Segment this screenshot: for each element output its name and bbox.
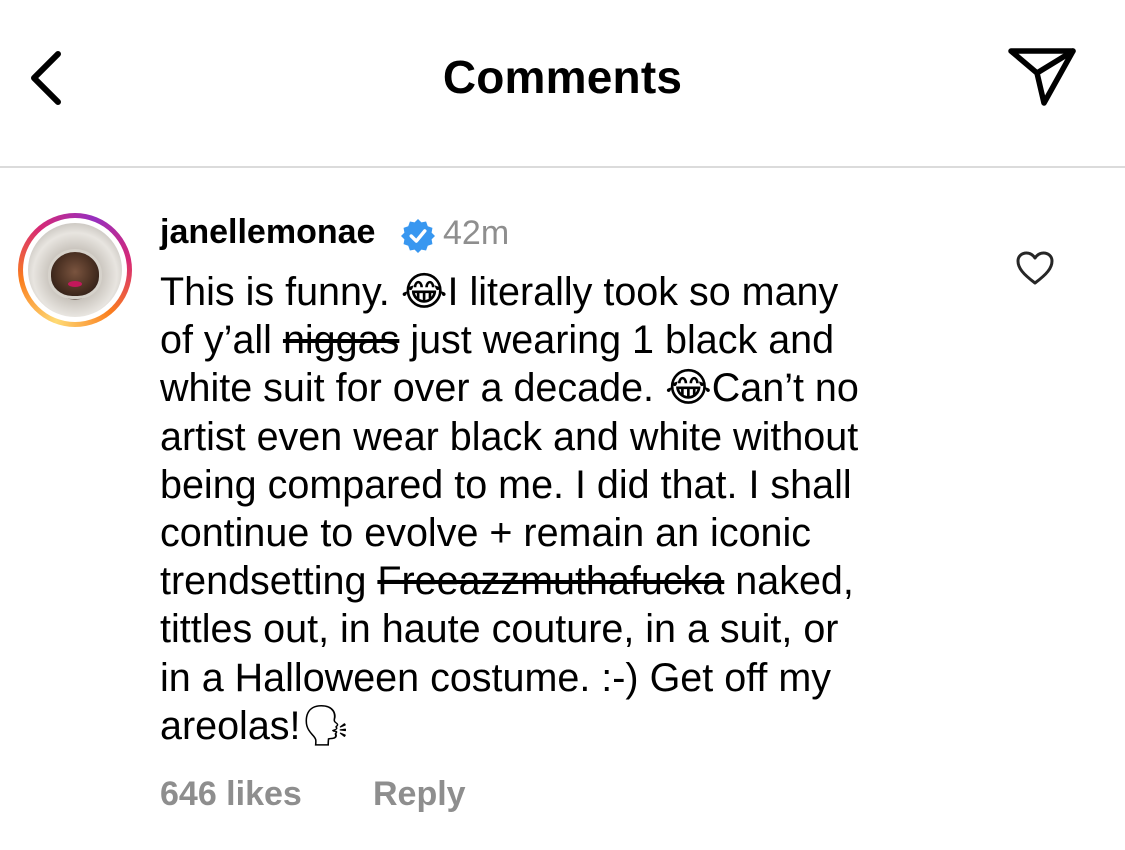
comments-header: Comments: [0, 0, 1125, 142]
laughing-emoji: 😂: [400, 269, 448, 315]
comment-timestamp: 42m: [443, 214, 510, 252]
comment-line: artist even wear black and white without: [160, 414, 859, 459]
comment-line: of y’all niggas just wearing 1 black and: [160, 318, 835, 363]
paper-plane-icon: [1008, 48, 1076, 106]
comment-line: areolas!🗣: [160, 702, 352, 749]
header-divider: [0, 166, 1125, 168]
page-title: Comments: [442, 51, 683, 103]
strikethrough-text: Freeazzmuthafucka: [377, 559, 725, 604]
comment-line: This is funny. 😂I literally took so many: [160, 269, 839, 315]
laughing-emoji: 😂: [665, 365, 712, 412]
comment-line: white suit for over a decade. 😂Can’t no: [160, 365, 859, 412]
comment-line: continue to evolve + remain an iconic: [160, 510, 812, 555]
comment-line: being compared to me. I did that. I shal…: [160, 462, 852, 507]
avatar-image: [28, 223, 122, 317]
verified-badge-icon: [401, 219, 435, 253]
comment-username[interactable]: janellemonae: [160, 213, 375, 252]
comment-line: tittles out, in haute couture, in a suit…: [160, 607, 839, 652]
avatar[interactable]: [18, 213, 132, 327]
speaking-head-emoji: 🗣: [300, 702, 352, 749]
like-button[interactable]: [1012, 246, 1058, 290]
strikethrough-text: niggas: [282, 318, 400, 363]
comment-line: trendsetting Freeazzmuthafucka naked,: [160, 559, 854, 604]
heart-icon: [1016, 251, 1054, 285]
share-button[interactable]: [1002, 40, 1082, 112]
reply-button[interactable]: Reply: [373, 775, 466, 814]
comment-text: This is funny. 😂I literally took so many…: [160, 268, 960, 750]
comment-line: in a Halloween costume. :-) Get off my: [160, 655, 832, 700]
likes-count[interactable]: 646 likes: [160, 775, 302, 814]
